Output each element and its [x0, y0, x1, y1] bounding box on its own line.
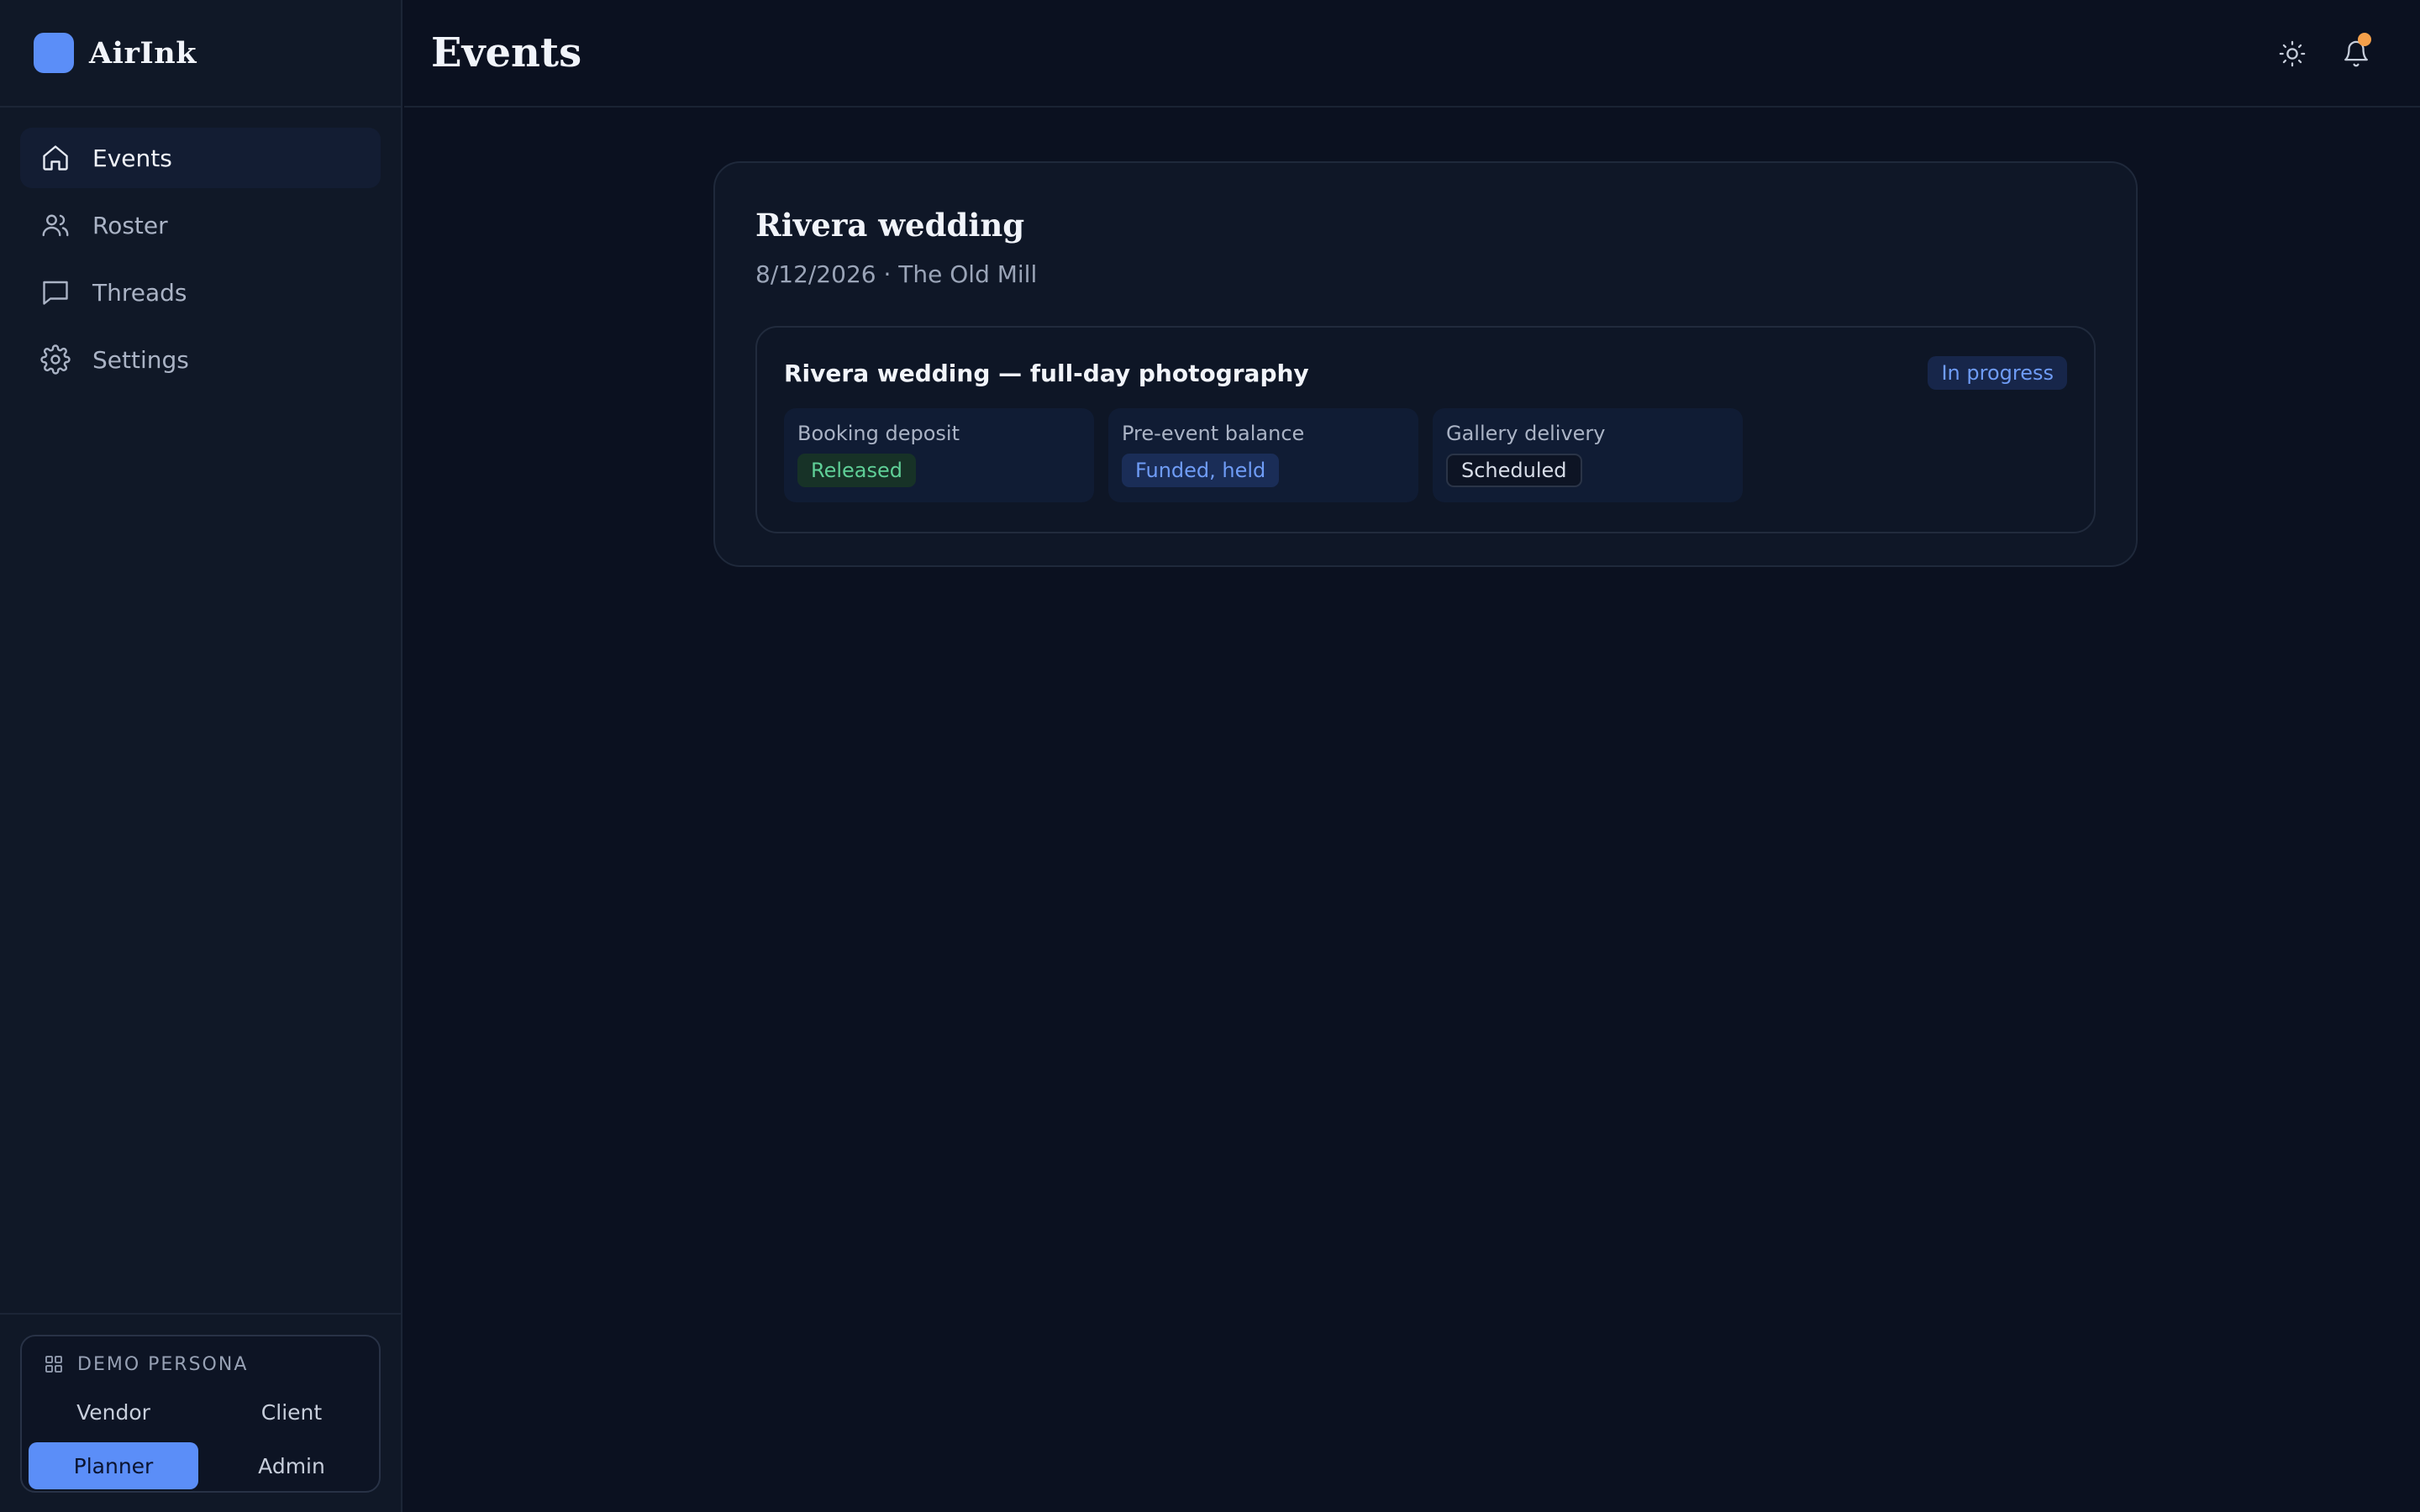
persona-vendor-button[interactable]: Vendor — [29, 1389, 198, 1436]
brand[interactable]: AirInk — [0, 0, 401, 108]
event-meta: 8/12/2026 · The Old Mill — [755, 260, 1038, 288]
persona-planner-button[interactable]: Planner — [29, 1442, 198, 1489]
brand-logo-icon — [34, 33, 74, 73]
sidebar-item-events[interactable]: Events — [20, 128, 381, 188]
sidebar-item-settings[interactable]: Settings — [20, 329, 381, 390]
persona-options: Vendor Client Planner Admin — [29, 1389, 372, 1489]
milestone-label: Pre-event balance — [1122, 422, 1305, 445]
milestone-label: Gallery delivery — [1446, 422, 1606, 445]
persona-title: DEMO PERSONA — [77, 1353, 249, 1375]
milestone-label: Booking deposit — [797, 422, 960, 445]
status-badge: In progress — [1928, 356, 2067, 390]
sidebar-item-threads[interactable]: Threads — [20, 262, 381, 323]
event-title[interactable]: Rivera wedding — [755, 207, 1024, 244]
milestone-status-badge: Funded, held — [1122, 454, 1280, 487]
persona-client-button[interactable]: Client — [207, 1389, 376, 1436]
sidebar: AirInk Events Roster Threads Settings DE… — [0, 0, 402, 1512]
persona-admin-button[interactable]: Admin — [207, 1442, 376, 1489]
sidebar-item-roster[interactable]: Roster — [20, 195, 381, 255]
contract-card[interactable]: Rivera wedding — full-day photography In… — [755, 326, 2096, 533]
home-icon — [40, 143, 71, 173]
milestone-booking-deposit: Booking deposit Released — [784, 408, 1094, 502]
sidebar-item-label: Roster — [92, 211, 168, 239]
contract-title: Rivera wedding — full-day photography — [784, 360, 1309, 387]
persona-header: DEMO PERSONA — [29, 1352, 372, 1377]
app-shell: AirInk Events Roster Threads Settings DE… — [0, 0, 2420, 1512]
milestones: Booking deposit Released Pre-event balan… — [784, 408, 1757, 502]
brand-name: AirInk — [89, 35, 197, 71]
notification-dot — [2358, 33, 2371, 46]
users-icon — [40, 210, 71, 240]
milestone-gallery-delivery: Gallery delivery Scheduled — [1433, 408, 1743, 502]
sidebar-item-label: Events — [92, 144, 172, 172]
gear-icon — [40, 344, 71, 375]
sidebar-item-label: Threads — [92, 278, 187, 307]
milestone-status-badge: Scheduled — [1446, 454, 1582, 487]
theme-toggle-button[interactable] — [2269, 30, 2316, 77]
sidebar-nav: Events Roster Threads Settings — [0, 108, 401, 417]
message-icon — [40, 277, 71, 307]
persona-section: DEMO PERSONA Vendor Client Planner Admin — [0, 1313, 402, 1512]
notifications-button[interactable] — [2333, 30, 2380, 77]
sun-icon — [2279, 40, 2306, 67]
page-title: Events — [431, 29, 582, 76]
milestone-status-badge: Released — [797, 454, 917, 487]
sidebar-item-label: Settings — [92, 345, 189, 374]
demo-persona-switcher: DEMO PERSONA Vendor Client Planner Admin — [20, 1335, 381, 1493]
milestone-pre-event-balance: Pre-event balance Funded, held — [1108, 408, 1418, 502]
top-header: Events — [404, 0, 2420, 108]
grid-icon — [45, 1356, 62, 1373]
header-actions — [2252, 30, 2380, 77]
event-card: Rivera wedding 8/12/2026 · The Old Mill … — [713, 161, 2138, 567]
